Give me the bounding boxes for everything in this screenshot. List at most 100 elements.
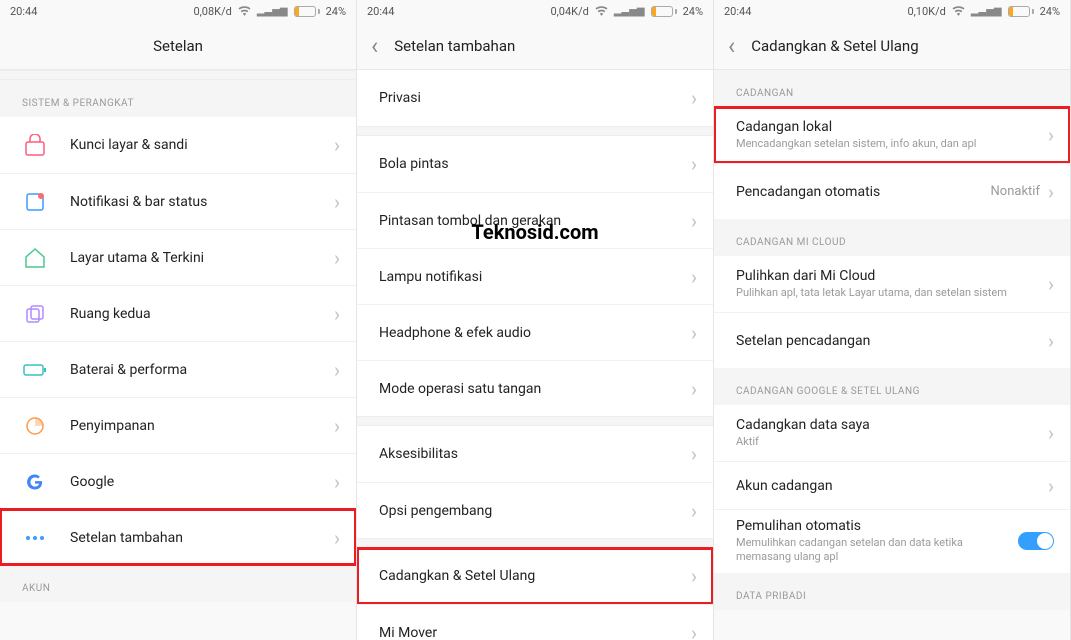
chevron-icon: › xyxy=(334,472,340,492)
wifi-icon xyxy=(238,6,251,16)
row-led[interactable]: Lampu notifikasi› xyxy=(357,248,713,304)
row-additional-settings[interactable]: Setelan tambahan › xyxy=(0,509,356,565)
row-backup-mydata[interactable]: Cadangkan data saya Aktif › xyxy=(714,405,1070,461)
battery-pct: 24% xyxy=(1040,5,1060,18)
row-notifications[interactable]: Notifikasi & bar status › xyxy=(0,173,356,229)
status-time: 20:44 xyxy=(724,5,751,18)
signal-icon: ▂▃▅▆ xyxy=(971,6,1002,17)
screen-additional-settings: 20:44 0,04K/d ▂▃▅▆ 24% ‹ Setelan tambaha… xyxy=(357,0,714,640)
row-battery[interactable]: Baterai & performa › xyxy=(0,341,356,397)
chevron-icon: › xyxy=(691,88,697,108)
row-label: Pulihkan dari Mi Cloud xyxy=(736,268,1048,284)
row-mimover[interactable]: Mi Mover› xyxy=(357,604,713,640)
section-header: CADANGAN MI CLOUD xyxy=(714,219,1070,256)
chevron-icon: › xyxy=(691,501,697,521)
storage-icon xyxy=(20,411,50,441)
page-title: Cadangkan & Setel Ulang xyxy=(751,37,918,55)
status-data: 0,10K/d xyxy=(907,5,945,18)
screen-settings: 20:44 0,08K/d ▂▃▅▆ 24% Setelan SISTEM & … xyxy=(0,0,357,640)
back-arrow-icon[interactable]: ‹ xyxy=(728,34,735,58)
section-header: AKUN xyxy=(0,565,356,602)
row-label: Pemulihan otomatis xyxy=(736,518,1018,534)
row-secondspace[interactable]: Ruang kedua › xyxy=(0,285,356,341)
chevron-icon: › xyxy=(1048,331,1054,351)
chevron-icon: › xyxy=(334,248,340,268)
row-value: Nonaktif xyxy=(991,184,1040,199)
chevron-icon: › xyxy=(334,192,340,212)
row-label: Setelan tambahan xyxy=(70,530,334,546)
row-quickball[interactable]: Bola pintas› xyxy=(357,136,713,192)
row-backup-account[interactable]: Akun cadangan › xyxy=(714,461,1070,509)
lock-icon xyxy=(20,130,50,160)
battery-pct: 24% xyxy=(683,5,703,18)
chevron-icon: › xyxy=(334,135,340,155)
google-icon xyxy=(20,467,50,497)
chevron-icon: › xyxy=(334,416,340,436)
battery-pct: 24% xyxy=(326,5,346,18)
row-label: Mode operasi satu tangan xyxy=(379,381,691,397)
row-label: Google xyxy=(70,474,334,490)
chevron-icon: › xyxy=(691,211,697,231)
chevron-icon: › xyxy=(1048,125,1054,145)
wifi-icon xyxy=(595,6,608,16)
row-headphone[interactable]: Headphone & efek audio› xyxy=(357,304,713,360)
chevron-icon: › xyxy=(334,360,340,380)
row-homescreen[interactable]: Layar utama & Terkini › xyxy=(0,229,356,285)
back-arrow-icon[interactable]: ‹ xyxy=(371,34,378,58)
row-local-backup[interactable]: Cadangan lokal Mencadangkan setelan sist… xyxy=(714,107,1070,163)
chevron-icon: › xyxy=(334,304,340,324)
chevron-icon: › xyxy=(691,154,697,174)
row-backup-settings[interactable]: Setelan pencadangan › xyxy=(714,312,1070,368)
status-bar: 20:44 0,04K/d ▂▃▅▆ 24% xyxy=(357,0,713,22)
section-header: DATA PRIBADI xyxy=(714,573,1070,610)
row-label: Ruang kedua xyxy=(70,306,334,322)
row-shortcuts[interactable]: Pintasan tombol dan gerakan› xyxy=(357,192,713,248)
screen-backup-reset: 20:44 0,10K/d ▂▃▅▆ 24% ‹ Cadangkan & Set… xyxy=(714,0,1071,640)
battery-icon xyxy=(20,355,50,385)
section-header: SISTEM & PERANGKAT xyxy=(0,80,356,117)
chevron-icon: › xyxy=(691,323,697,343)
row-lockscreen[interactable]: Kunci layar & sandi › xyxy=(0,117,356,173)
row-restore-micloud[interactable]: Pulihkan dari Mi Cloud Pulihkan apl, tat… xyxy=(714,256,1070,312)
chevron-icon: › xyxy=(691,379,697,399)
section-header: CADANGAN GOOGLE & SETEL ULANG xyxy=(714,368,1070,405)
status-data: 0,04K/d xyxy=(550,5,588,18)
row-label: Penyimpanan xyxy=(70,418,334,434)
row-label: Aksesibilitas xyxy=(379,446,691,462)
row-label: Pintasan tombol dan gerakan xyxy=(379,213,691,229)
row-developer[interactable]: Opsi pengembang› xyxy=(357,482,713,538)
more-icon xyxy=(20,523,50,553)
status-time: 20:44 xyxy=(10,5,37,18)
row-sub: Mencadangkan setelan sistem, info akun, … xyxy=(736,137,1048,151)
row-storage[interactable]: Penyimpanan › xyxy=(0,397,356,453)
row-privacy[interactable]: Privasi› xyxy=(357,70,713,126)
row-label: Lampu notifikasi xyxy=(379,269,691,285)
row-label: Baterai & performa xyxy=(70,362,334,378)
row-label: Bola pintas xyxy=(379,156,691,172)
row-accessibility[interactable]: Aksesibilitas› xyxy=(357,426,713,482)
row-auto-backup[interactable]: Pencadangan otomatis Nonaktif › xyxy=(714,163,1070,219)
row-label: Akun cadangan xyxy=(736,478,1048,494)
copy-icon xyxy=(20,299,50,329)
chevron-icon: › xyxy=(1048,182,1054,202)
battery-icon xyxy=(651,6,677,17)
chevron-icon: › xyxy=(1048,476,1054,496)
header: ‹ Setelan tambahan xyxy=(357,22,713,70)
toggle-switch[interactable] xyxy=(1018,532,1054,550)
status-time: 20:44 xyxy=(367,5,394,18)
signal-icon: ▂▃▅▆ xyxy=(614,6,645,17)
row-google[interactable]: Google › xyxy=(0,453,356,509)
row-label: Privasi xyxy=(379,90,691,106)
row-label: Opsi pengembang xyxy=(379,503,691,519)
chevron-icon: › xyxy=(691,444,697,464)
header: Setelan xyxy=(0,22,356,70)
home-icon xyxy=(20,243,50,273)
row-onehanded[interactable]: Mode operasi satu tangan› xyxy=(357,360,713,416)
row-label: Notifikasi & bar status xyxy=(70,194,334,210)
chevron-icon: › xyxy=(334,528,340,548)
row-auto-restore[interactable]: Pemulihan otomatis Memulihkan cadangan s… xyxy=(714,509,1070,573)
status-bar: 20:44 0,08K/d ▂▃▅▆ 24% xyxy=(0,0,356,22)
row-label: Pencadangan otomatis xyxy=(736,184,991,200)
row-backup-reset[interactable]: Cadangkan & Setel Ulang› xyxy=(357,548,713,604)
chevron-icon: › xyxy=(691,267,697,287)
